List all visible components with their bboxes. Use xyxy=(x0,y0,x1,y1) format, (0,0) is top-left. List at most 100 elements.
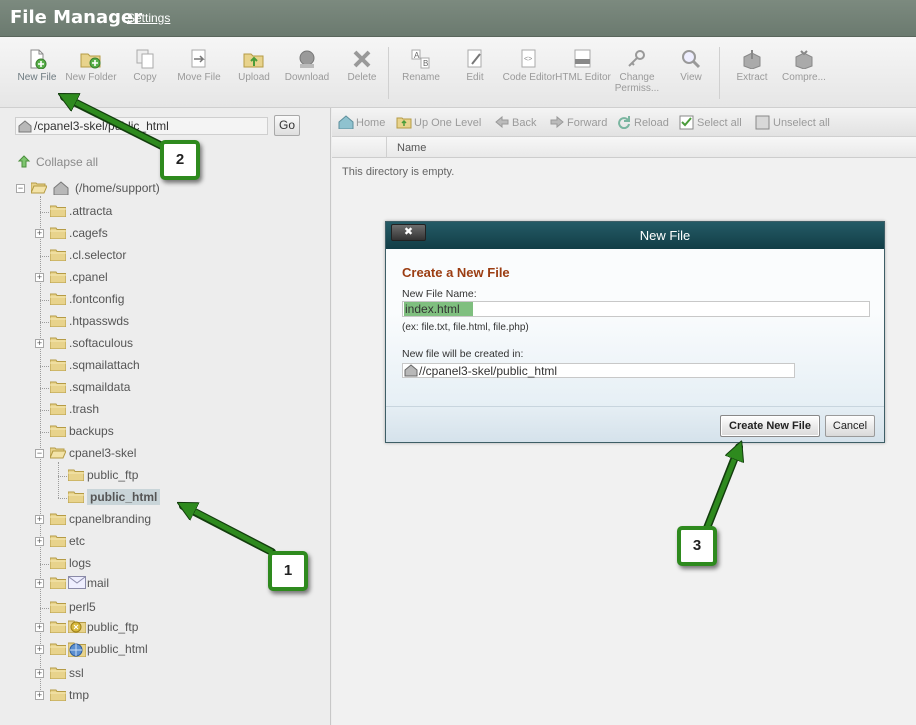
extract-button[interactable]: Extract xyxy=(724,49,780,83)
code-editor-button[interactable]: <> Code Editor xyxy=(501,49,557,83)
tree-item-label: .attracta xyxy=(69,204,113,218)
expand-toggle-icon[interactable]: + xyxy=(35,623,44,632)
extract-icon xyxy=(743,50,761,69)
location-value: //cpanel3-skel/public_html xyxy=(419,364,558,378)
expand-toggle-icon[interactable]: + xyxy=(35,273,44,282)
location-input[interactable]: //cpanel3-skel/public_html xyxy=(402,363,795,378)
ftp-folder-icon xyxy=(67,619,87,634)
collapse-all-link[interactable]: Collapse all xyxy=(16,155,98,169)
change-permissions-button[interactable]: Change Permiss... xyxy=(609,49,665,94)
tree-root-label: (/home/support) xyxy=(75,181,160,195)
tree-connector xyxy=(40,322,49,323)
up-one-level-button[interactable]: Up One Level xyxy=(396,117,481,129)
tree-item-attracta[interactable]: .attracta xyxy=(35,203,275,221)
tree-item-cpanel[interactable]: + .cpanel xyxy=(35,269,275,287)
expand-toggle-icon[interactable]: + xyxy=(35,515,44,524)
expand-toggle-icon[interactable]: + xyxy=(35,339,44,348)
tree-item-backups[interactable]: backups xyxy=(35,423,275,441)
change-permissions-label: Change Permiss... xyxy=(614,72,660,94)
app-header: File Manager Settings xyxy=(0,0,916,37)
tree-item-htpasswds[interactable]: .htpasswds xyxy=(35,313,275,331)
tree-item-label: public_html xyxy=(87,642,148,656)
back-button[interactable]: Back xyxy=(494,115,536,129)
tree-item-etc[interactable]: + etc xyxy=(35,533,275,551)
view-button[interactable]: View xyxy=(663,49,719,83)
rename-button[interactable]: AB Rename xyxy=(393,49,449,83)
tree-connector xyxy=(40,564,49,565)
name-column-header[interactable]: Name xyxy=(397,142,426,154)
tree-item-tmp[interactable]: + tmp xyxy=(35,687,275,705)
home-icon xyxy=(404,364,418,377)
file-name-input[interactable]: index.html xyxy=(402,301,870,317)
collapse-toggle-icon[interactable]: − xyxy=(35,449,44,458)
tree-connector xyxy=(40,388,49,389)
tree-item-trash[interactable]: .trash xyxy=(35,401,275,419)
home-button[interactable]: Home xyxy=(338,115,385,129)
tree-item-cpanelbranding[interactable]: + cpanelbranding xyxy=(35,511,275,529)
tree-item-sqmaildata[interactable]: .sqmaildata xyxy=(35,379,275,397)
unselect-all-label: Unselect all xyxy=(773,117,830,129)
folder-icon xyxy=(67,469,85,482)
upload-button[interactable]: Upload xyxy=(226,49,282,83)
expand-toggle-icon[interactable]: + xyxy=(35,537,44,546)
tree-item-ssl[interactable]: + ssl xyxy=(35,665,275,683)
forward-button[interactable]: Forward xyxy=(549,115,607,129)
compress-button[interactable]: Compre... xyxy=(776,49,832,83)
collapse-toggle-icon[interactable]: − xyxy=(16,184,25,193)
tree-item-perl5[interactable]: perl5 xyxy=(35,599,275,617)
download-button[interactable]: Download xyxy=(279,49,335,83)
expand-toggle-icon[interactable]: + xyxy=(35,691,44,700)
go-button[interactable]: Go xyxy=(274,115,300,136)
select-all-button[interactable]: Select all xyxy=(679,115,742,130)
path-input[interactable]: /cpanel3-skel/public_html xyxy=(15,117,268,135)
tree-item-sqmailattach[interactable]: .sqmailattach xyxy=(35,357,275,375)
expand-toggle-icon[interactable]: + xyxy=(35,669,44,678)
tree-item-public-ftp[interactable]: public_ftp xyxy=(53,467,293,485)
tree-item-public-html[interactable]: + public_html xyxy=(35,641,275,659)
expand-toggle-icon[interactable]: + xyxy=(35,579,44,588)
extract-label: Extract xyxy=(736,72,768,83)
folder-icon xyxy=(49,381,67,394)
tree-item-logs[interactable]: logs xyxy=(35,555,275,573)
move-file-icon xyxy=(191,49,206,68)
html-editor-label: HTML Editor xyxy=(555,72,611,83)
tree-item-label: logs xyxy=(69,556,92,570)
new-file-button[interactable]: New File xyxy=(9,49,65,83)
file-name-hint: (ex: file.txt, file.html, file.php) xyxy=(402,322,529,333)
delete-button[interactable]: Delete xyxy=(334,49,390,83)
upload-icon xyxy=(243,53,264,68)
tree-item-public-html[interactable]: public_html xyxy=(53,489,293,507)
expand-toggle-icon[interactable]: + xyxy=(35,645,44,654)
unselect-all-button[interactable]: Unselect all xyxy=(755,115,830,130)
folder-icon xyxy=(49,403,67,416)
reload-button[interactable]: Reload xyxy=(616,116,669,129)
tree-connector xyxy=(40,410,49,411)
rename-icon: AB xyxy=(411,49,430,69)
tree-item-cagefs[interactable]: + .cagefs xyxy=(35,225,275,243)
tree-item-label: cpanelbranding xyxy=(69,512,152,526)
edit-button[interactable]: Edit xyxy=(447,49,503,83)
tree-item-cl-selector[interactable]: .cl.selector xyxy=(35,247,275,265)
move-file-button[interactable]: Move File xyxy=(171,49,227,83)
new-folder-button[interactable]: New Folder xyxy=(63,49,119,83)
create-new-file-button[interactable]: Create New File xyxy=(720,415,820,437)
cancel-button[interactable]: Cancel xyxy=(825,415,875,437)
new-file-dialog: ✖ New File Create a New File New File Na… xyxy=(385,221,885,443)
tree-item-public-ftp[interactable]: + public_ftp xyxy=(35,619,275,637)
settings-link[interactable]: Settings xyxy=(127,11,170,25)
dialog-footer: Create New File Cancel xyxy=(386,406,884,442)
tree-root-node[interactable]: − (/home/support) xyxy=(16,180,216,198)
tree-item-fontconfig[interactable]: .fontconfig xyxy=(35,291,275,309)
tree-item-label: public_html xyxy=(87,489,161,505)
move-file-label: Move File xyxy=(177,72,221,83)
open-folder-icon xyxy=(31,182,47,194)
folder-icon xyxy=(49,535,67,548)
tree-item-mail[interactable]: + mail xyxy=(35,575,275,593)
copy-button[interactable]: Copy xyxy=(117,49,173,83)
edit-label: Edit xyxy=(466,72,484,83)
html-editor-button[interactable]: HTML Editor xyxy=(555,49,611,83)
tree-item-softaculous[interactable]: + .softaculous xyxy=(35,335,275,353)
folder-icon xyxy=(49,227,67,240)
tree-item-cpanel3-skel[interactable]: − cpanel3-skel xyxy=(35,445,275,463)
expand-toggle-icon[interactable]: + xyxy=(35,229,44,238)
